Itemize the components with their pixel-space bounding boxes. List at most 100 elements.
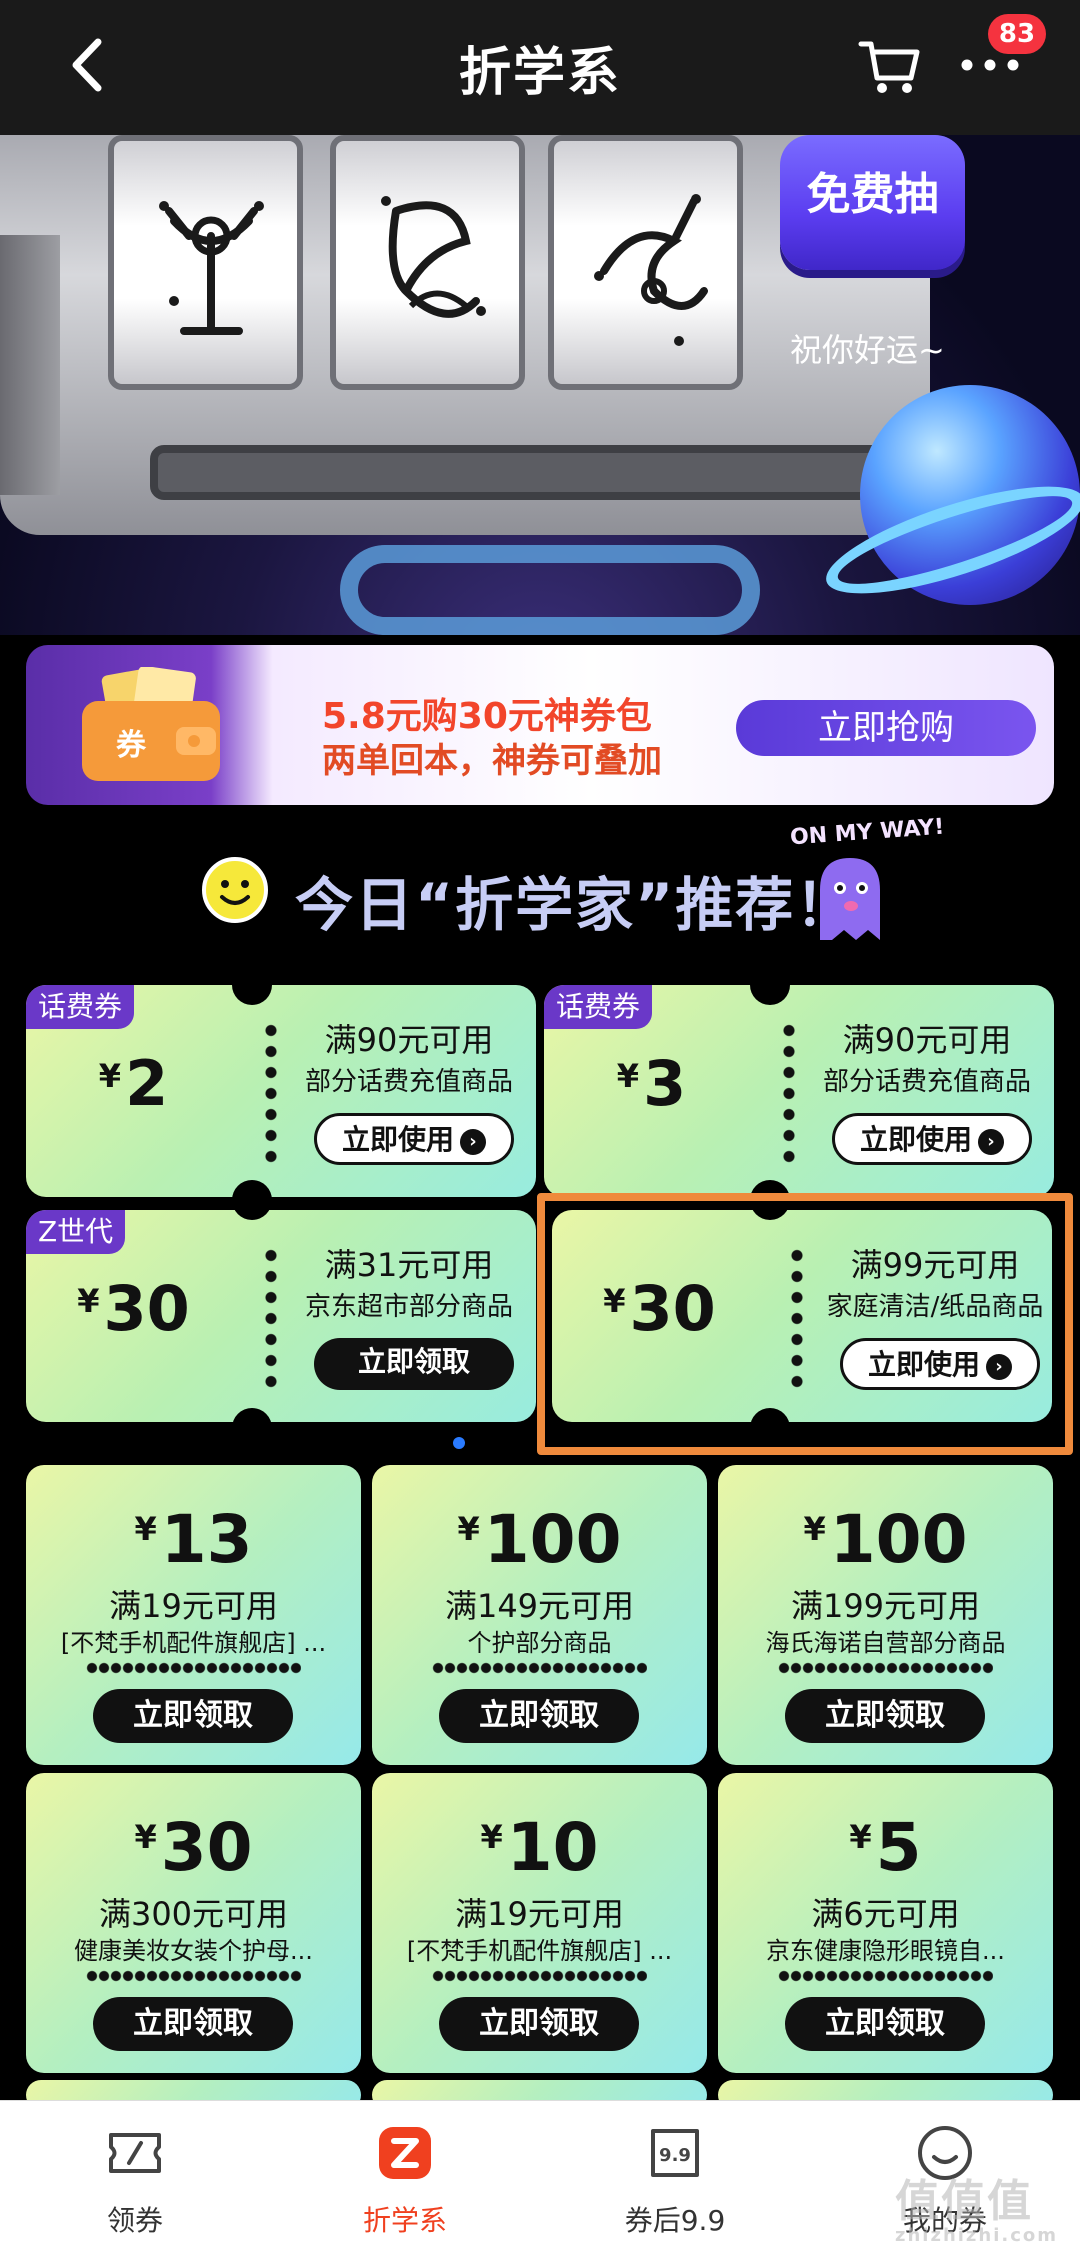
package-title: 5.8元购30元神券包 [322,696,652,737]
watermark: 值值值 zhizhizhi.com [895,2176,1059,2246]
zodiac-symbol-icon [159,201,264,335]
coupon-card: 话费券 ¥2 满90元可用 部分话费充值商品 立即使用 › [26,985,536,1197]
coupon-divider [778,1970,993,1982]
grid-coupon-card: ¥100 满199元可用 海氏海诺自营部分商品 立即领取 [718,1465,1053,1765]
notification-badge: 83 [988,14,1046,54]
coupon-card: Z世代 ¥30 满31元可用 京东超市部分商品 立即领取 [26,1210,536,1422]
coupon-description: 健康美妆女装个护母... [74,1937,313,1965]
coupon-condition: 满90元可用 [324,1021,494,1059]
carousel-indicator [453,1437,465,1449]
grid-coupon-card: ¥100 满149元可用 个护部分商品 立即领取 [372,1465,707,1765]
coupon-divider [778,1662,993,1674]
smiley-sticker-icon [202,857,268,923]
coupon-divider [432,1662,647,1674]
coupon-amount: ¥2 [98,1047,169,1120]
coupon-description: 个护部分商品 [467,1629,612,1657]
sticker-text: ON MY WAY! [789,814,946,851]
claim-now-button[interactable]: 立即领取 [93,1689,293,1743]
coupon-divider [264,1020,278,1165]
slot-coin-bar [150,445,935,500]
coupon-amount: ¥30 [134,1809,253,1886]
cart-icon[interactable] [855,30,925,100]
price-tag-icon: 9.9 [651,2129,699,2177]
coupon-tag: 话费券 [544,985,653,1029]
package-subtitle: 两单回本，神券可叠加 [322,741,662,781]
coupon-notch [232,965,272,1005]
coupon-description: 海氏海诺自营部分商品 [765,1629,1006,1657]
buy-now-button[interactable]: 立即抢购 [736,700,1036,756]
claim-now-button[interactable]: 立即领取 [439,1997,639,2051]
coupon-amount: ¥100 [803,1501,968,1578]
coupon-amount: ¥100 [457,1501,622,1578]
nav-item-zhexuexi[interactable]: 折学系 [305,2101,505,2250]
scroll-fan-symbol-icon [381,196,486,318]
claim-now-button[interactable]: 立即领取 [93,1997,293,2051]
slot-reel-2 [330,135,525,390]
coupon-description: 京东健康隐形眼镜自... [766,1937,1005,1965]
slot-reel-1 [108,135,303,390]
claim-now-button[interactable]: 立即领取 [314,1338,514,1390]
arrow-right-icon: › [460,1129,486,1155]
coupon-amount: ¥13 [134,1501,253,1578]
grid-coupon-card: ¥13 满19元可用 [不梵手机配件旗舰店] ... 立即领取 [26,1465,361,1765]
coupon-condition: 满6元可用 [811,1895,960,1933]
coupon-amount: ¥10 [480,1809,599,1886]
nav-label: 折学系 [362,2204,447,2237]
coupon-condition: 满300元可用 [98,1895,289,1933]
section-title: 今日“折学家”推荐！ [295,871,856,939]
claim-now-button[interactable]: 立即领取 [785,1997,985,2051]
nav-item-coupons[interactable]: 领券 [35,2101,235,2250]
coupon-divider [86,1662,301,1674]
nav-item-after-coupon[interactable]: 9.9 券后9.9 [575,2101,775,2250]
coupon-condition: 满149元可用 [444,1587,635,1625]
coupon-amount: ¥5 [849,1809,922,1886]
grid-coupon-card: ¥10 满19元可用 [不梵手机配件旗舰店] ... 立即领取 [372,1773,707,2073]
price-tag-text: 9.9 [659,2145,691,2166]
good-luck-text: 祝你好运~ [790,331,945,369]
slot-side-plate [0,235,60,495]
ticket-icon [109,2133,161,2173]
coupon-description: 京东超市部分商品 [304,1292,513,1322]
claim-now-button[interactable]: 立即领取 [439,1689,639,1743]
use-now-button[interactable]: 立即使用 › [314,1113,514,1165]
z-logo-icon [379,2127,431,2179]
slot-machine-banner: 免费抽 祝你好运~ [0,135,1080,635]
coupon-condition: 满31元可用 [324,1246,494,1284]
coupon-notch [750,965,790,1005]
section-heading: 今日“折学家”推荐！ ON MY WAY! [0,815,1080,940]
coupon-package-banner[interactable]: 券 5.8元购30元神券包 两单回本，神券可叠加 立即抢购 [26,645,1054,805]
coupon-tag: Z世代 [26,1210,126,1254]
coupon-divider [782,1020,796,1165]
top-bar: 折学系 83 [0,0,1080,135]
coupon-description: 部分话费充值商品 [822,1067,1031,1097]
coupon-description: 部分话费充值商品 [304,1067,513,1097]
use-now-button[interactable]: 立即使用 › [832,1113,1032,1165]
coupon-condition: 满19元可用 [455,1895,624,1933]
coupon-divider [264,1245,278,1390]
chain-decoration [340,545,760,635]
coupon-condition: 满199元可用 [790,1587,981,1625]
coupon-description: [不梵手机配件旗舰店] ... [406,1937,673,1965]
nav-label: 券后9.9 [624,2204,726,2237]
coupon-amount: ¥3 [616,1047,687,1120]
coupon-tag: 话费券 [26,985,135,1029]
wallet-coupon-char: 券 [116,728,147,763]
coupon-divider [432,1970,647,1982]
coupon-condition: 满19元可用 [109,1587,278,1625]
coupon-divider [86,1970,301,1982]
nav-label: 领券 [106,2204,163,2237]
coupon-card: 话费券 ¥3 满90元可用 部分话费充值商品 立即使用 › [544,985,1054,1197]
slot-reel-3 [548,135,743,390]
grid-coupon-card: ¥5 满6元可用 京东健康隐形眼镜自... 立即领取 [718,1773,1053,2073]
coupon-amount: ¥30 [77,1272,190,1345]
coupon-notch [232,1408,272,1448]
coupon-notch [232,1180,272,1220]
arrow-right-icon: › [978,1129,1004,1155]
claim-now-button[interactable]: 立即领取 [785,1689,985,1743]
coupon-description: [不梵手机配件旗舰店] ... [60,1629,327,1657]
ghost-mascot-icon [820,858,880,940]
grid-coupon-card: ¥30 满300元可用 健康美妆女装个护母... 立即领取 [26,1773,361,2073]
free-draw-button[interactable]: 免费抽 [780,135,965,270]
dragon-symbol-icon [594,194,708,346]
wallet-icon: 券 [82,667,220,781]
